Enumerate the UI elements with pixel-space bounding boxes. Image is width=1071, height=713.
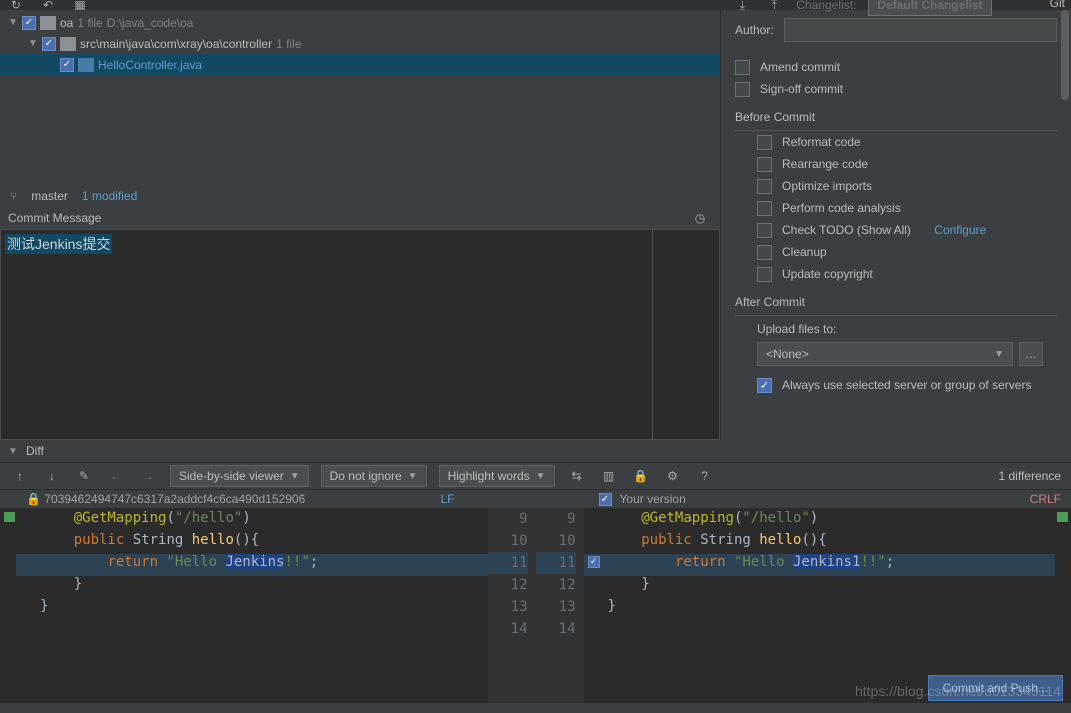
apply-change-checkbox[interactable]: ✓ [588,556,600,568]
next-diff-icon[interactable]: ↓ [42,466,62,486]
help-icon[interactable]: ? [695,466,715,486]
scrollbar[interactable] [1059,10,1071,440]
cleanup-label: Cleanup [782,245,827,259]
author-input[interactable] [784,18,1057,42]
caret-down-icon[interactable]: ▼ [8,17,18,28]
commit-message-text: 测试Jenkins提交 [5,234,112,254]
history-icon[interactable]: ◷ [690,208,710,228]
prev-diff-icon[interactable]: ↑ [10,466,30,486]
diff-title: Diff [26,444,44,458]
left-eol: LF [440,492,454,506]
amend-label: Amend commit [760,60,840,74]
signoff-label: Sign-off commit [760,82,843,96]
always-label: Always use selected server or group of s… [782,378,1031,392]
tree-pkg-path: src\main\java\com\xray\oa\controller [80,37,272,51]
configure-link[interactable]: Configure [934,223,986,237]
lock-icon: 🔒 [22,492,41,506]
line-gutter: 9 10 11 12 13 14 9 10 11 ✓ 12 13 14 [488,508,584,703]
signoff-checkbox[interactable] [735,82,750,97]
commit-message-input[interactable]: 测试Jenkins提交 [0,229,720,440]
highlight-dropdown[interactable]: Highlight words▼ [439,465,555,487]
always-checkbox[interactable]: ✓ [757,378,772,393]
viewer-mode-dropdown[interactable]: Side-by-side viewer▼ [170,465,309,487]
cleanup-checkbox[interactable] [757,245,772,260]
right-eol: CRLF [1030,492,1061,506]
diff-viewer[interactable]: @GetMapping("/hello") public String hell… [0,508,1071,703]
folder-icon [60,37,76,51]
sync-scroll-icon[interactable]: ▥ [599,466,619,486]
nav-back-icon[interactable]: ← [106,466,126,486]
upload-label: Upload files to: [757,322,1057,336]
tree-root-count: 1 file [77,16,102,30]
checkbox-file[interactable]: ✓ [60,58,74,72]
branch-icon: ⑂ [10,189,17,203]
checkbox-root[interactable]: ✓ [22,16,36,30]
collapse-unchanged-icon[interactable]: ⇆ [567,466,587,486]
your-version-checkbox[interactable]: ✓ [599,493,612,506]
optimize-checkbox[interactable] [757,179,772,194]
reformat-label: Reformat code [782,135,861,149]
checkbox-pkg[interactable]: ✓ [42,37,56,51]
diff-summary: 1 difference [999,469,1062,483]
reformat-checkbox[interactable] [757,135,772,150]
amend-checkbox[interactable] [735,60,750,75]
git-header: Git [1050,0,1065,10]
author-label: Author: [735,23,774,37]
commit-message-title: Commit Message [8,211,101,225]
tree-file-name[interactable]: HelloController.java [98,58,202,72]
left-code[interactable]: @GetMapping("/hello") public String hell… [16,508,488,703]
caret-down-icon[interactable]: ▼ [28,38,38,49]
right-code[interactable]: @GetMapping("/hello") public String hell… [584,508,1056,703]
class-icon [78,58,94,72]
modified-count[interactable]: 1 modified [82,189,137,203]
tree-pkg-count: 1 file [276,37,301,51]
tree-root-name: oa [60,16,73,30]
copyright-checkbox[interactable] [757,267,772,282]
before-commit-header: Before Commit [735,106,1057,131]
lock-icon[interactable]: 🔒 [631,466,651,486]
analysis-label: Perform code analysis [782,201,901,215]
copyright-label: Update copyright [782,267,873,281]
changes-tree[interactable]: ▼ ✓ oa 1 file D:\java_code\oa ▼ ✓ src\ma… [0,10,720,185]
watermark: https://blog.csdn.net/u013343114 [855,683,1061,699]
todo-label: Check TODO (Show All) [782,223,911,237]
chevron-down-icon: ▼ [994,349,1004,360]
diff-marker-icon [4,512,15,522]
gear-icon[interactable]: ⚙ [663,466,683,486]
caret-down-icon[interactable]: ▼ [8,446,18,457]
todo-checkbox[interactable] [757,223,772,238]
left-revision: 7039462494747c6317a2addcf4c6ca490d152906 [44,492,305,506]
diff-marker-icon [1057,512,1068,522]
edit-icon[interactable]: ✎ [74,466,94,486]
module-icon [40,16,56,30]
browse-button[interactable]: … [1019,342,1043,366]
rearrange-checkbox[interactable] [757,157,772,172]
tree-root-path: D:\java_code\oa [107,16,194,30]
branch-name: master [31,189,68,203]
rearrange-label: Rearrange code [782,157,868,171]
ignore-dropdown[interactable]: Do not ignore▼ [321,465,427,487]
upload-combo[interactable]: <None>▼ [757,342,1013,366]
right-label: Your version [620,492,686,506]
optimize-label: Optimize imports [782,179,872,193]
analysis-checkbox[interactable] [757,201,772,216]
after-commit-header: After Commit [735,291,1057,316]
nav-fwd-icon[interactable]: → [138,466,158,486]
